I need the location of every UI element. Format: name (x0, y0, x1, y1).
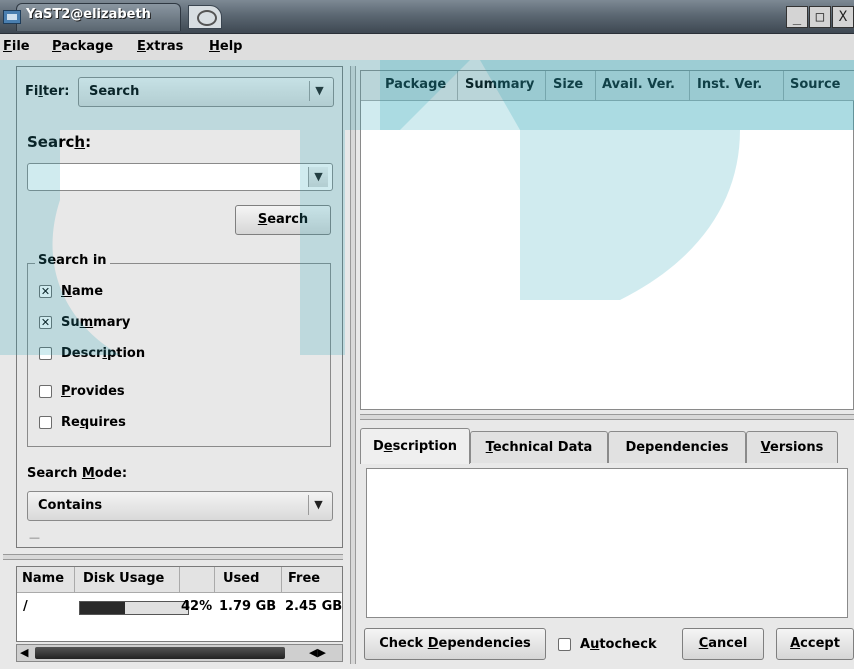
checkbox-provides-label: Provides (61, 383, 125, 399)
package-table[interactable]: Package Summary Size Avail. Ver. Inst. V… (360, 70, 854, 410)
cancel-button[interactable]: Cancel (682, 628, 764, 660)
filter-label: Filter: (25, 84, 70, 99)
tab-technical-data[interactable]: Technical Data (470, 431, 608, 463)
checkbox-summary[interactable]: ✕ (39, 315, 52, 329)
menu-file[interactable]: File (3, 39, 30, 54)
checkbox-requires[interactable] (39, 415, 52, 429)
disk-horizontal-scrollbar[interactable]: ◀ ◀▶ (16, 644, 343, 662)
search-in-description[interactable]: Description (39, 343, 145, 363)
main-vertical-splitter[interactable] (350, 66, 356, 664)
tab-dependencies[interactable]: Dependencies (608, 431, 746, 463)
col-used[interactable]: Used (223, 571, 259, 586)
disk-percent: 42% (181, 599, 213, 614)
package-table-header: Package Summary Size Avail. Ver. Inst. V… (361, 71, 854, 101)
title-bar[interactable]: YaST2@elizabeth _ □ X (0, 0, 854, 34)
search-in-title: Search in (35, 253, 110, 268)
suse-chameleon-icon (188, 5, 222, 29)
bottom-button-bar: Check Dependencies Autocheck Cancel Acce… (360, 628, 854, 660)
checkbox-name-label: Name (61, 283, 104, 299)
accept-button[interactable]: Accept (776, 628, 854, 660)
disk-usage-fill (80, 602, 126, 614)
yast-app-icon[interactable] (3, 10, 21, 24)
search-in-provides[interactable]: Provides (39, 381, 125, 401)
filter-value: Search (89, 84, 140, 99)
search-mode-combo[interactable]: Contains ▼ (27, 491, 333, 521)
checkbox-requires-label: Requires (61, 414, 126, 430)
right-splitter[interactable] (360, 414, 854, 420)
menu-extras[interactable]: Extras (137, 39, 183, 54)
disk-name: / (23, 599, 28, 614)
filter-panel: Filter: Search ▼ Search: ▼ Search Search… (16, 66, 343, 548)
checkbox-name[interactable]: ✕ (39, 284, 52, 298)
col-avail-ver[interactable]: Avail. Ver. (602, 77, 675, 92)
chevron-down-icon: ▼ (308, 495, 328, 515)
search-button[interactable]: Search (235, 205, 331, 235)
left-splitter[interactable] (3, 554, 343, 560)
disk-usage-bar (79, 601, 189, 615)
resize-grip: — (29, 531, 40, 544)
search-input[interactable]: ▼ (27, 163, 333, 191)
filter-combo[interactable]: Search ▼ (78, 77, 334, 107)
tab-versions[interactable]: Versions (746, 431, 838, 463)
search-in-requires[interactable]: Requires (39, 412, 126, 432)
check-dependencies-button[interactable]: Check Dependencies (364, 628, 546, 660)
col-name[interactable]: Name (22, 571, 64, 586)
menu-help[interactable]: Help (209, 39, 242, 54)
menu-bar: File Package Extras Help (0, 34, 854, 60)
col-free[interactable]: Free (288, 571, 320, 586)
col-inst-ver[interactable]: Inst. Ver. (697, 77, 762, 92)
disk-free: 2.45 GB (285, 599, 343, 614)
col-package[interactable]: Package (385, 77, 446, 92)
search-in-name[interactable]: ✕ Name (39, 281, 103, 301)
autocheck-label: Autocheck (580, 636, 657, 652)
scroll-left-icon[interactable]: ◀ (20, 646, 28, 659)
chevron-down-icon: ▼ (309, 81, 329, 101)
checkbox-description-label: Description (61, 345, 146, 361)
close-button[interactable]: X (832, 6, 854, 28)
checkbox-summary-label: Summary (61, 314, 131, 330)
scroll-arrows-icon[interactable]: ◀▶ (309, 646, 326, 659)
autocheck-toggle[interactable]: Autocheck (558, 634, 657, 654)
checkbox-description[interactable] (39, 346, 52, 360)
col-source[interactable]: Source (790, 77, 840, 92)
chevron-down-icon[interactable]: ▼ (308, 167, 328, 187)
search-mode-label: Search Mode: (27, 466, 128, 481)
disk-usage-header: Name Disk Usage Used Free (17, 567, 342, 593)
detail-tabs: Description Technical Data Dependencies … (360, 428, 854, 464)
search-mode-value: Contains (38, 498, 103, 513)
scroll-thumb[interactable] (35, 647, 285, 659)
disk-used: 1.79 GB (219, 599, 277, 614)
maximize-button[interactable]: □ (809, 6, 831, 28)
window-title: YaST2@elizabeth (26, 7, 151, 22)
minimize-button[interactable]: _ (786, 6, 808, 28)
search-in-summary[interactable]: ✕ Summary (39, 312, 130, 332)
menu-package[interactable]: Package (52, 39, 113, 54)
search-label: Search: (27, 133, 92, 151)
autocheck-checkbox[interactable] (558, 637, 571, 651)
col-disk-usage[interactable]: Disk Usage (83, 571, 164, 586)
col-summary[interactable]: Summary (465, 77, 534, 92)
col-size[interactable]: Size (553, 77, 583, 92)
tab-description[interactable]: Description (360, 428, 470, 464)
disk-usage-table: Name Disk Usage Used Free / 42% 1.79 GB … (16, 566, 343, 642)
description-panel[interactable] (366, 468, 848, 618)
checkbox-provides[interactable] (39, 384, 52, 398)
